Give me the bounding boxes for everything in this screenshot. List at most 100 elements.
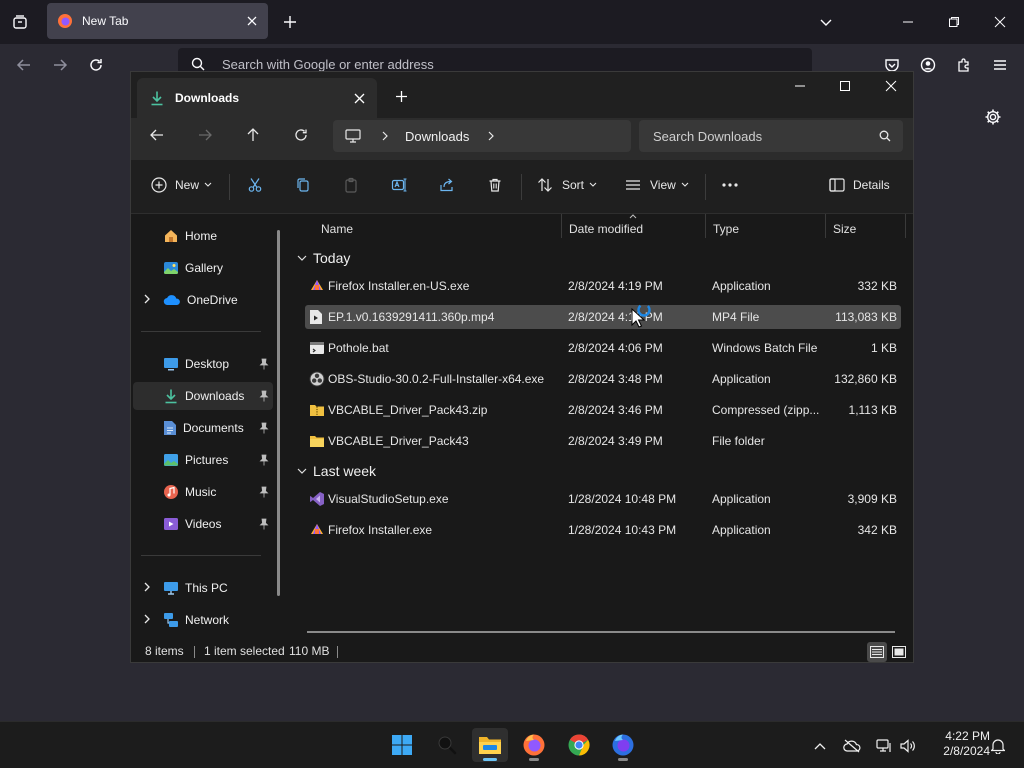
list-all-tabs-icon[interactable] bbox=[10, 12, 30, 32]
minimize-icon[interactable] bbox=[790, 76, 810, 96]
column-header-size[interactable]: Size bbox=[833, 217, 905, 241]
file-row[interactable]: Firefox Installer.exe 1/28/2024 10:43 PM… bbox=[305, 518, 901, 542]
horizontal-scrollbar[interactable] bbox=[307, 631, 895, 633]
refresh-icon[interactable] bbox=[291, 125, 311, 145]
view-button[interactable]: View bbox=[625, 170, 689, 200]
delete-button[interactable] bbox=[487, 170, 503, 200]
pin-icon[interactable] bbox=[259, 358, 269, 370]
back-icon[interactable] bbox=[147, 125, 167, 145]
browser-tab[interactable]: New Tab bbox=[47, 3, 268, 39]
sidebar-item-videos[interactable]: Videos bbox=[133, 510, 273, 538]
file-row[interactable]: VBCABLE_Driver_Pack43.zip 2/8/2024 3:46 … bbox=[305, 398, 901, 422]
details-pane-button[interactable]: Details bbox=[829, 170, 890, 200]
column-divider[interactable] bbox=[825, 214, 826, 238]
pin-icon[interactable] bbox=[259, 518, 269, 530]
file-row[interactable]: Pothole.bat 2/8/2024 4:06 PM Windows Bat… bbox=[305, 336, 901, 360]
sort-button[interactable]: Sort bbox=[537, 170, 597, 200]
cut-button[interactable] bbox=[247, 170, 263, 200]
pin-icon[interactable] bbox=[259, 486, 269, 498]
column-divider[interactable] bbox=[905, 214, 906, 238]
notifications-bell-icon[interactable] bbox=[988, 736, 1008, 756]
close-window-icon[interactable] bbox=[881, 76, 901, 96]
breadcrumb-chevron-icon[interactable] bbox=[487, 131, 495, 141]
column-divider[interactable] bbox=[705, 214, 706, 238]
pin-icon[interactable] bbox=[259, 454, 269, 466]
pin-icon[interactable] bbox=[259, 422, 269, 434]
file-row-selected[interactable]: EP.1.v0.1639291411.360p.mp4 2/8/2024 4:1… bbox=[305, 305, 901, 329]
expand-chevron-icon[interactable] bbox=[143, 582, 151, 592]
restore-icon[interactable] bbox=[944, 12, 964, 32]
account-icon[interactable] bbox=[918, 55, 938, 75]
explorer-tab[interactable]: Downloads bbox=[137, 78, 377, 118]
menu-icon[interactable] bbox=[990, 55, 1010, 75]
close-window-icon[interactable] bbox=[990, 12, 1010, 32]
start-button[interactable] bbox=[384, 728, 420, 762]
expand-chevron-icon[interactable] bbox=[143, 294, 151, 304]
sidebar-item-network[interactable]: Network bbox=[133, 606, 273, 634]
sidebar-item-downloads[interactable]: Downloads bbox=[133, 382, 273, 410]
new-button[interactable]: New bbox=[151, 170, 212, 200]
file-row[interactable]: VisualStudioSetup.exe 1/28/2024 10:48 PM… bbox=[305, 487, 901, 511]
group-header-last-week[interactable]: Last week bbox=[297, 460, 376, 482]
show-hidden-icons-chevron-icon[interactable] bbox=[810, 736, 830, 756]
close-tab-icon[interactable] bbox=[354, 93, 365, 104]
sidebar-item-label: Network bbox=[185, 613, 230, 627]
maximize-icon[interactable] bbox=[835, 76, 855, 96]
system-clock[interactable]: 4:22 PM 2/8/2024 bbox=[926, 729, 990, 759]
sidebar-item-home[interactable]: Home bbox=[133, 222, 273, 250]
taskbar-file-explorer[interactable] bbox=[472, 728, 508, 762]
column-header-name[interactable]: Name bbox=[321, 217, 561, 241]
network-status-icon[interactable] bbox=[874, 736, 894, 756]
minimize-icon[interactable] bbox=[898, 12, 918, 32]
onedrive-offline-icon[interactable] bbox=[842, 736, 862, 756]
up-icon[interactable] bbox=[243, 125, 263, 145]
new-tab-icon[interactable] bbox=[280, 12, 300, 32]
new-tab-icon[interactable] bbox=[391, 86, 411, 106]
large-icons-view-toggle[interactable] bbox=[889, 642, 909, 662]
file-row[interactable]: VBCABLE_Driver_Pack43 2/8/2024 3:49 PM F… bbox=[305, 429, 901, 453]
search-input[interactable]: Search Downloads bbox=[639, 120, 903, 152]
group-header-today[interactable]: Today bbox=[297, 247, 350, 269]
back-icon[interactable] bbox=[14, 55, 34, 75]
sidebar-scrollbar[interactable] bbox=[277, 230, 280, 596]
breadcrumb-downloads[interactable]: Downloads bbox=[405, 129, 469, 144]
sidebar-item-gallery[interactable]: Gallery bbox=[133, 254, 273, 282]
sidebar-item-desktop[interactable]: Desktop bbox=[133, 350, 273, 378]
forward-icon[interactable] bbox=[50, 55, 70, 75]
extensions-icon[interactable] bbox=[954, 55, 974, 75]
more-options-button[interactable] bbox=[721, 170, 739, 200]
copy-button[interactable] bbox=[295, 170, 311, 200]
volume-icon[interactable] bbox=[898, 736, 918, 756]
sidebar-item-this-pc[interactable]: This PC bbox=[133, 574, 273, 602]
details-view-toggle[interactable] bbox=[867, 642, 887, 662]
sidebar-item-pictures[interactable]: Pictures bbox=[133, 446, 273, 474]
paste-button[interactable] bbox=[343, 170, 359, 200]
rename-button[interactable] bbox=[391, 170, 407, 200]
sidebar-item-documents[interactable]: Documents bbox=[133, 414, 273, 442]
collapse-chevron-icon bbox=[297, 255, 307, 261]
column-header-type[interactable]: Type bbox=[713, 217, 825, 241]
column-divider[interactable] bbox=[561, 214, 562, 238]
pin-icon[interactable] bbox=[259, 390, 269, 402]
taskbar-search-button[interactable] bbox=[429, 728, 465, 762]
address-bar[interactable]: Downloads bbox=[333, 120, 631, 152]
file-type: File folder bbox=[712, 434, 765, 448]
breadcrumb-chevron-icon[interactable] bbox=[381, 131, 389, 141]
share-button[interactable] bbox=[439, 170, 455, 200]
file-row[interactable]: Firefox Installer.en-US.exe 2/8/2024 4:1… bbox=[305, 274, 901, 298]
taskbar-firefox[interactable] bbox=[516, 728, 552, 762]
close-tab-icon[interactable] bbox=[246, 15, 258, 27]
file-row[interactable]: OBS-Studio-30.0.2-Full-Installer-x64.exe… bbox=[305, 367, 901, 391]
search-icon bbox=[438, 736, 457, 755]
sidebar-item-music[interactable]: Music bbox=[133, 478, 273, 506]
taskbar-firefox-nightly[interactable] bbox=[605, 728, 641, 762]
reload-icon[interactable] bbox=[86, 55, 106, 75]
forward-icon[interactable] bbox=[195, 125, 215, 145]
customize-newtab-gear-icon[interactable] bbox=[982, 106, 1004, 128]
tab-overflow-chevron-icon[interactable] bbox=[816, 12, 836, 32]
expand-chevron-icon[interactable] bbox=[143, 614, 151, 624]
sidebar-item-onedrive[interactable]: OneDrive bbox=[133, 286, 273, 314]
column-header-date[interactable]: Date modified bbox=[569, 217, 705, 241]
taskbar-chrome[interactable] bbox=[561, 728, 597, 762]
details-label: Details bbox=[853, 178, 890, 192]
